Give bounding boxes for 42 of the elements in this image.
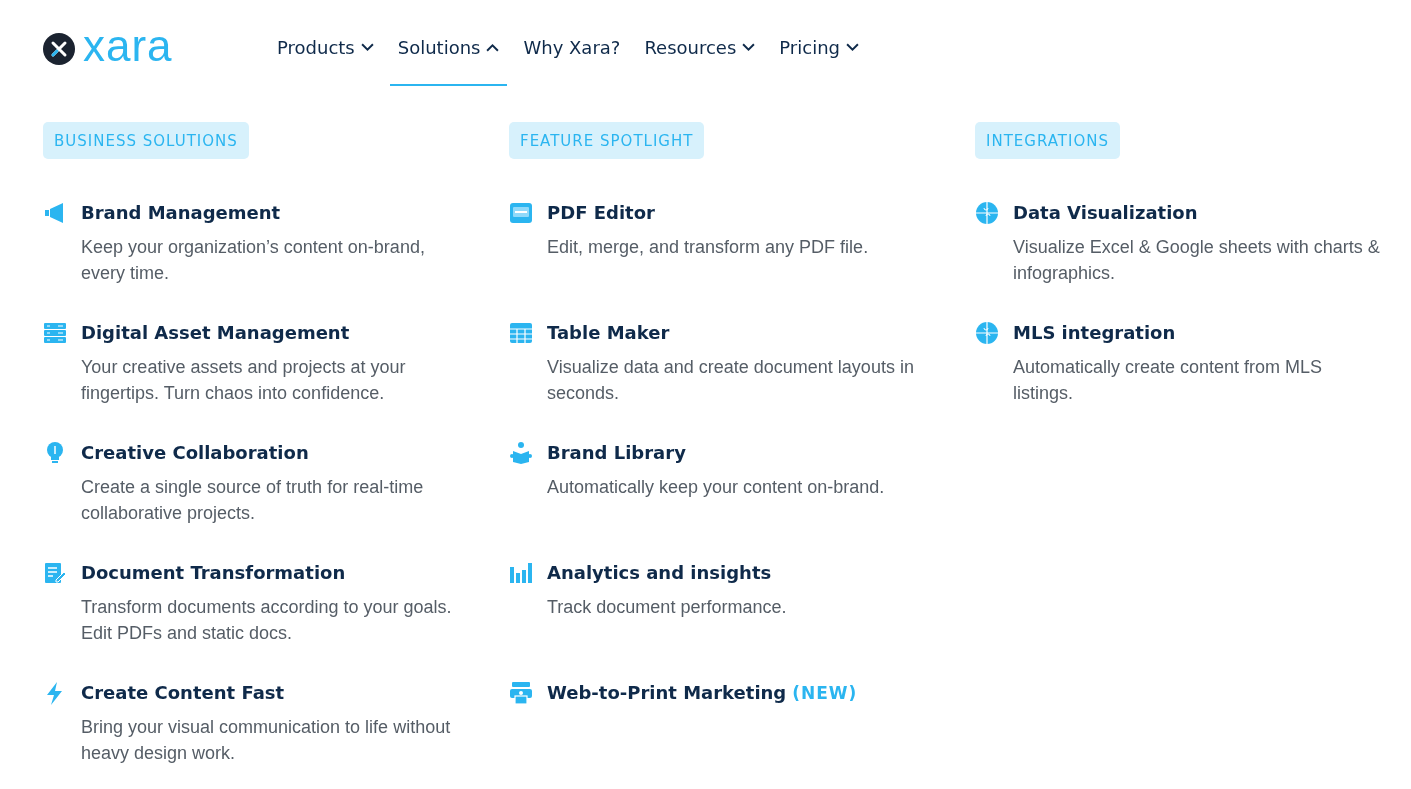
menu-link[interactable]: MLS integration [1013, 320, 1176, 346]
nav-tab[interactable]: Resources [636, 10, 764, 86]
document-edit-icon [43, 561, 67, 585]
menu-link[interactable]: Create Content Fast [81, 680, 285, 706]
item-description: Automatically create content from MLS listings. [1013, 356, 1324, 405]
nav-tab[interactable]: Pricing [771, 10, 867, 86]
section-label: INTEGRATIONS [975, 122, 1120, 159]
menu-link[interactable]: Creative Collaboration [81, 440, 309, 466]
section-label: FEATURE SPOTLIGHT [509, 122, 705, 159]
item-description: Track document performance. [547, 596, 787, 619]
item-description: Transform documents according to your goals. Edit PDFs and static docs. [81, 596, 453, 645]
item-description: Your creative assets and projects at your fingertips. Turn chaos into confidence. [81, 356, 407, 405]
reader-icon [509, 441, 533, 465]
item-description: Visualize Excel & Google sheets with charts & infographics. [1013, 236, 1381, 285]
table-icon [509, 321, 533, 345]
new-tag: (NEW) [792, 683, 858, 703]
item-description: Edit, merge, and transform any PDF file. [547, 236, 869, 259]
pdf-file-icon [509, 201, 533, 225]
menu-link[interactable]: Table Maker [547, 320, 670, 346]
menu-link[interactable]: Digital Asset Management [81, 320, 350, 346]
item-description: Visualize data and create document layouts in seconds. [547, 356, 915, 405]
menu-link[interactable]: Brand Management [81, 200, 281, 226]
menu-link[interactable]: Web-to-Print Marketing [547, 680, 787, 706]
nav-tab[interactable]: Products [269, 10, 382, 86]
menu-link[interactable]: Document Transformation [81, 560, 346, 586]
nav-tab[interactable]: Why Xara? [515, 10, 629, 86]
printer-icon [509, 681, 533, 705]
menu-link[interactable]: Data Visualization [1013, 200, 1198, 226]
menu-link[interactable]: PDF Editor [547, 200, 655, 226]
puzzle-globe-icon [975, 201, 999, 225]
menu-link[interactable]: Brand Library [547, 440, 686, 466]
item-description: Keep your organization’s content on-brand, every time. [81, 236, 426, 285]
server-icon [43, 321, 67, 345]
menu-link[interactable]: Analytics and insights [547, 560, 772, 586]
item-description: Automatically keep your content on-brand. [547, 476, 885, 499]
item-description: Create a single source of truth for real-time collaborative projects. [81, 476, 425, 525]
puzzle-globe-icon [975, 321, 999, 345]
logo-x-icon[interactable] [43, 32, 75, 65]
bar-chart-icon [509, 561, 533, 585]
item-description: Bring your visual communication to life without heavy design work. [81, 716, 452, 765]
nav-tab[interactable]: Solutions [389, 10, 508, 86]
section-label: BUSINESS SOLUTIONS [43, 122, 249, 159]
